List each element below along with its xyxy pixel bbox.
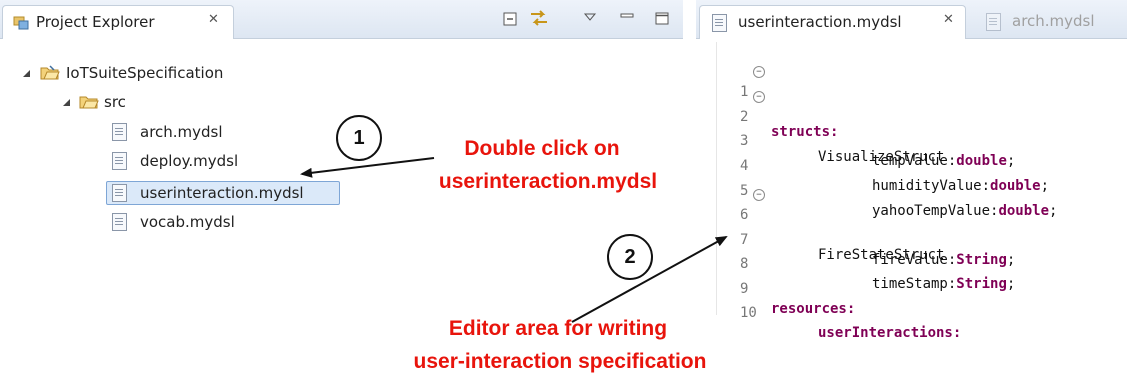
arrow-to-selected-file [300,157,435,178]
annotation-text: userinteraction.mydsl [438,170,658,193]
step-2-badge: 2 [607,234,653,280]
annotation-text: Double click on [464,137,620,160]
annotation-text: Editor area for writing [448,317,668,340]
annotation-text: user-interaction specification [413,350,707,373]
step-1-badge: 1 [336,115,382,161]
